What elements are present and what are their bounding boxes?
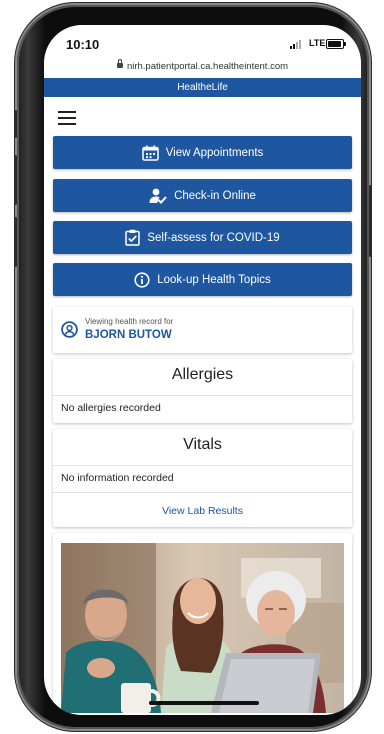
person-check-icon bbox=[149, 188, 167, 204]
check-in-online-button[interactable]: Check-in Online bbox=[53, 179, 352, 212]
health-topics-label: Look-up Health Topics bbox=[157, 273, 271, 286]
view-lab-results-link[interactable]: View Lab Results bbox=[53, 505, 352, 517]
clipboard-check-icon bbox=[125, 229, 141, 246]
network-type: LTE bbox=[309, 38, 326, 48]
family-photo bbox=[61, 543, 344, 713]
user-circle-icon bbox=[61, 321, 78, 338]
hamburger-menu-icon[interactable] bbox=[58, 111, 76, 125]
phone-volume-down bbox=[14, 217, 17, 267]
browser-url-bar[interactable]: nirh.patientportal.ca.healtheintent.com bbox=[44, 57, 361, 77]
calendar-icon bbox=[141, 145, 159, 161]
view-appointments-button[interactable]: View Appointments bbox=[53, 136, 352, 169]
status-time: 10:10 bbox=[66, 37, 100, 52]
divider bbox=[53, 465, 352, 466]
vitals-card: Vitals No information recorded View Lab … bbox=[53, 429, 352, 527]
home-indicator[interactable] bbox=[149, 701, 259, 705]
allergies-text: No allergies recorded bbox=[61, 402, 161, 414]
allergies-title: Allergies bbox=[171, 366, 234, 383]
phone-silent-switch bbox=[14, 110, 17, 138]
phone-power-button bbox=[369, 185, 372, 257]
lock-icon bbox=[116, 58, 123, 68]
family-photo-card bbox=[53, 533, 352, 715]
covid-self-assess-label: Self-assess for COVID-19 bbox=[147, 231, 280, 244]
vitals-title: Vitals bbox=[183, 436, 222, 453]
health-topics-button[interactable]: Look-up Health Topics bbox=[53, 263, 352, 296]
record-label: Viewing health record for bbox=[85, 317, 174, 326]
check-in-online-label: Check-in Online bbox=[174, 189, 256, 202]
battery-icon bbox=[326, 39, 346, 49]
phone-volume-up bbox=[14, 155, 17, 205]
covid-self-assess-button[interactable]: Self-assess for COVID-19 bbox=[53, 221, 352, 254]
brand-header: HealtheLife bbox=[44, 78, 361, 97]
status-bar: 10:10 LTE bbox=[44, 25, 361, 57]
signal-icon bbox=[290, 40, 301, 49]
patient-name: BJORN BUTOW bbox=[85, 329, 172, 341]
divider bbox=[53, 395, 352, 396]
view-appointments-label: View Appointments bbox=[165, 146, 264, 159]
url-text: nirh.patientportal.ca.healtheintent.com bbox=[126, 61, 289, 72]
health-record-card[interactable]: Viewing health record for BJORN BUTOW bbox=[53, 307, 352, 353]
divider bbox=[53, 492, 352, 493]
info-icon bbox=[134, 271, 150, 288]
phone-screen: 10:10 LTE nirh.patientportal.ca.healthei… bbox=[44, 25, 361, 715]
vitals-text: No information recorded bbox=[61, 472, 174, 484]
allergies-card: Allergies No allergies recorded bbox=[53, 359, 352, 423]
